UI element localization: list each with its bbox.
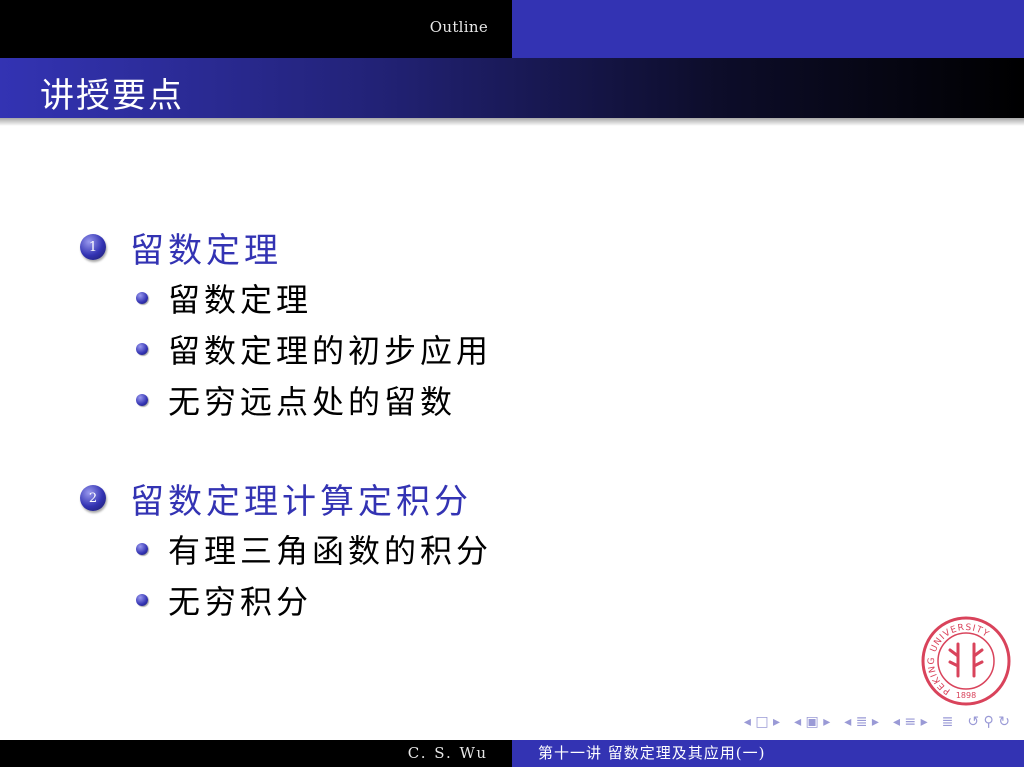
logo-emblem-icon	[948, 642, 984, 678]
top-bar-right	[512, 0, 1024, 58]
subsection-label[interactable]: 留数定理的初步应用	[168, 326, 492, 372]
nav-subsection-icon[interactable]: ◂ ▣ ▸	[794, 714, 830, 730]
section-heading[interactable]: 1 留数定理	[80, 222, 492, 272]
top-bar-left: Outline	[0, 0, 512, 58]
section-title[interactable]: 留数定理	[130, 223, 282, 272]
title-bar-shadow	[0, 118, 1024, 126]
footer-lecture-title: 第十一讲 留数定理及其应用(一)	[512, 740, 1024, 767]
outline-content: 1 留数定理 留数定理 留数定理的初步应用 无穷远点处的留数 2 留数定理计算定…	[80, 222, 492, 625]
beamer-navigation-symbols: ◂ □ ▸ ◂ ▣ ▸ ◂ ≣ ▸ ◂ ≡ ▸ ≣ ↺ ⚲ ↻	[744, 714, 1010, 730]
subsection-item[interactable]: 无穷远点处的留数	[136, 374, 492, 425]
subsection-label[interactable]: 有理三角函数的积分	[168, 526, 492, 572]
frame-title-bar: 讲授要点	[0, 58, 1024, 118]
bullet-icon	[136, 593, 148, 606]
nav-section-icon[interactable]: ◂ ≣ ▸	[844, 714, 879, 730]
subsection-label[interactable]: 无穷积分	[168, 577, 312, 623]
outline-section-1: 1 留数定理 留数定理 留数定理的初步应用 无穷远点处的留数	[80, 222, 492, 425]
footline: C. S. Wu 第十一讲 留数定理及其应用(一)	[0, 740, 1024, 767]
subsection-item[interactable]: 无穷积分	[136, 574, 492, 625]
footer-author: C. S. Wu	[0, 740, 512, 767]
bullet-icon	[136, 342, 148, 355]
section-title[interactable]: 留数定理计算定积分	[130, 474, 472, 523]
bullet-icon	[136, 291, 148, 304]
subsection-label[interactable]: 留数定理	[168, 275, 312, 321]
outline-link[interactable]: Outline	[430, 18, 488, 36]
nav-document-icon[interactable]: ◂ ≡ ▸	[893, 714, 928, 730]
subsection-item[interactable]: 留数定理的初步应用	[136, 323, 492, 374]
subsection-item[interactable]: 有理三角函数的积分	[136, 523, 492, 574]
subsection-item[interactable]: 留数定理	[136, 272, 492, 323]
bullet-icon	[136, 542, 148, 555]
nav-appendix-icon[interactable]: ≣	[942, 714, 954, 730]
section-number-badge: 1	[80, 234, 106, 260]
nav-search-back-forward-icon[interactable]: ↺ ⚲ ↻	[967, 714, 1010, 730]
frame-title: 讲授要点	[40, 76, 184, 116]
outline-section-2: 2 留数定理计算定积分 有理三角函数的积分 无穷积分	[80, 473, 492, 625]
section-number-badge: 2	[80, 485, 106, 511]
nav-frame-icon[interactable]: ◂ □ ▸	[744, 714, 780, 730]
section-heading[interactable]: 2 留数定理计算定积分	[80, 473, 492, 523]
top-navigation-bar: Outline	[0, 0, 1024, 58]
subsection-label[interactable]: 无穷远点处的留数	[168, 377, 456, 423]
logo-year: 1898	[956, 691, 976, 700]
subsection-list: 留数定理 留数定理的初步应用 无穷远点处的留数	[136, 272, 492, 425]
bullet-icon	[136, 393, 148, 406]
university-logo: PEKING UNIVERSITY 1898	[921, 616, 1011, 706]
subsection-list: 有理三角函数的积分 无穷积分	[136, 523, 492, 625]
